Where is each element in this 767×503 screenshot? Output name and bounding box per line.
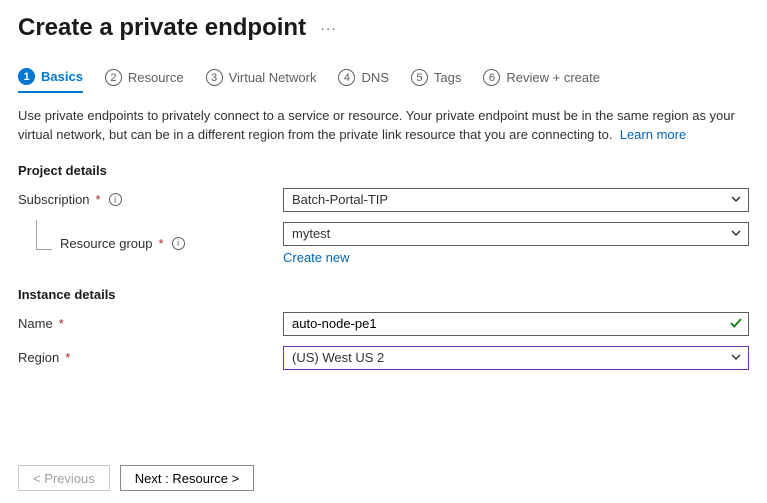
- learn-more-link[interactable]: Learn more: [620, 127, 686, 142]
- required-icon: *: [65, 350, 70, 365]
- section-instance-details: Instance details: [18, 287, 749, 302]
- info-icon[interactable]: i: [109, 193, 122, 206]
- tab-basics[interactable]: 1 Basics: [18, 68, 83, 93]
- tab-number-icon: 1: [18, 68, 35, 85]
- tab-resource[interactable]: 2 Resource: [105, 69, 184, 92]
- tab-number-icon: 2: [105, 69, 122, 86]
- next-button[interactable]: Next : Resource >: [120, 465, 254, 491]
- create-new-link[interactable]: Create new: [283, 250, 749, 265]
- tree-line-icon: [36, 220, 52, 250]
- section-project-details: Project details: [18, 163, 749, 178]
- required-icon: *: [96, 192, 101, 207]
- tab-number-icon: 3: [206, 69, 223, 86]
- region-value: (US) West US 2: [292, 350, 384, 365]
- tab-label: DNS: [361, 70, 388, 85]
- tab-label: Tags: [434, 70, 461, 85]
- page-title: Create a private endpoint: [18, 14, 306, 42]
- subscription-value: Batch-Portal-TIP: [292, 192, 388, 207]
- description-text: Use private endpoints to privately conne…: [18, 107, 738, 145]
- required-icon: *: [159, 236, 164, 251]
- tab-review-create[interactable]: 6 Review + create: [483, 69, 600, 92]
- region-label: Region: [18, 350, 59, 365]
- tab-label: Basics: [41, 69, 83, 84]
- resource-group-value: mytest: [292, 226, 330, 241]
- tab-label: Review + create: [506, 70, 600, 85]
- chevron-down-icon: [730, 351, 742, 366]
- previous-button: < Previous: [18, 465, 110, 491]
- tab-label: Virtual Network: [229, 70, 317, 85]
- tab-number-icon: 4: [338, 69, 355, 86]
- check-icon: [729, 316, 743, 333]
- tab-number-icon: 6: [483, 69, 500, 86]
- chevron-down-icon: [730, 193, 742, 208]
- region-select[interactable]: (US) West US 2: [283, 346, 749, 370]
- name-label: Name: [18, 316, 53, 331]
- tab-virtual-network[interactable]: 3 Virtual Network: [206, 69, 317, 92]
- subscription-label: Subscription: [18, 192, 90, 207]
- required-icon: *: [59, 316, 64, 331]
- resource-group-label: Resource group: [60, 236, 153, 251]
- tab-tags[interactable]: 5 Tags: [411, 69, 461, 92]
- more-actions-icon[interactable]: ···: [320, 20, 337, 36]
- info-icon[interactable]: i: [172, 237, 185, 250]
- tab-number-icon: 5: [411, 69, 428, 86]
- tab-dns[interactable]: 4 DNS: [338, 69, 388, 92]
- resource-group-select[interactable]: mytest: [283, 222, 749, 246]
- wizard-tabs: 1 Basics 2 Resource 3 Virtual Network 4 …: [18, 68, 749, 93]
- subscription-select[interactable]: Batch-Portal-TIP: [283, 188, 749, 212]
- name-input[interactable]: [283, 312, 749, 336]
- tab-label: Resource: [128, 70, 184, 85]
- chevron-down-icon: [730, 227, 742, 242]
